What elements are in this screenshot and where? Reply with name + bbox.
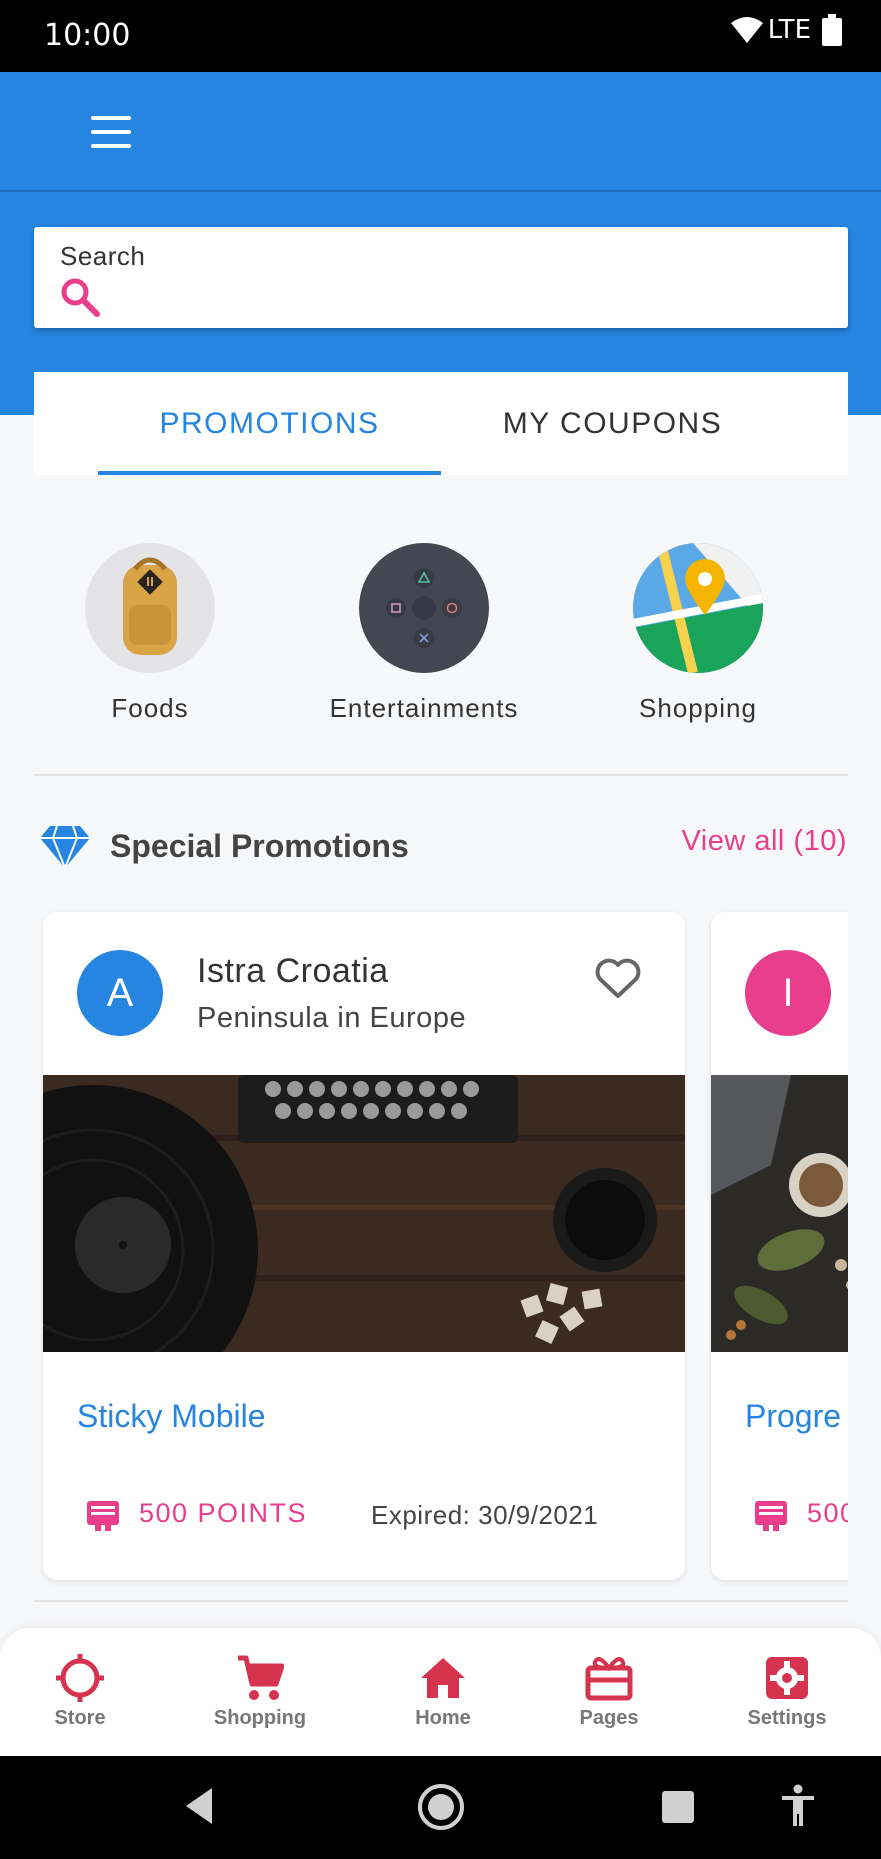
view-all-link[interactable]: View all (10)	[681, 825, 847, 858]
nav-item-home[interactable]: Home	[368, 1628, 518, 1756]
avatar: A	[77, 950, 163, 1036]
menu-bar	[91, 130, 131, 134]
wifi-icon	[730, 17, 763, 43]
nav-label: Pages	[579, 1707, 639, 1729]
nav-item-shopping[interactable]: Shopping	[185, 1628, 335, 1756]
category-label: Shopping	[639, 693, 757, 723]
cart-icon	[238, 1655, 284, 1700]
status-time: 10:00	[44, 18, 131, 53]
target-icon	[56, 1654, 104, 1702]
divider	[34, 774, 848, 776]
nav-label: Settings	[747, 1707, 827, 1729]
promotion-card[interactable]: A Istra Croatia Peninsula in Europe Stic…	[43, 912, 685, 1580]
status-bar: 10:00 LTE	[0, 0, 881, 72]
tab-bar: PROMOTIONS MY COUPONS	[34, 372, 848, 475]
nav-item-store[interactable]: Store	[5, 1628, 155, 1756]
tab-my-coupons[interactable]: MY COUPONS	[441, 372, 784, 475]
card-image	[43, 1075, 685, 1352]
network-label: LTE	[767, 15, 811, 45]
app-bar	[0, 72, 881, 192]
nav-label: Home	[415, 1707, 471, 1729]
nav-label: Store	[54, 1707, 106, 1729]
accessibility-icon[interactable]	[780, 1784, 816, 1828]
nav-item-settings[interactable]: Settings	[712, 1628, 862, 1756]
status-icons: LTE	[730, 14, 843, 46]
tab-indicator	[98, 471, 441, 475]
points-label: 500	[807, 1498, 848, 1528]
category-entertainments[interactable]: Entertainments	[304, 543, 544, 724]
system-nav-bar	[0, 1756, 881, 1859]
card-image	[711, 1075, 848, 1352]
back-icon[interactable]	[182, 1786, 216, 1826]
screen: 10:00 LTE Search PROMOTIONS MY COUPONS F…	[0, 0, 881, 1859]
heart-icon[interactable]	[595, 958, 641, 1000]
search-input[interactable]: Search	[34, 227, 848, 328]
promotion-carousel[interactable]: A Istra Croatia Peninsula in Europe Stic…	[34, 900, 848, 1590]
search-label: Search	[60, 241, 146, 271]
gift-icon	[585, 1657, 633, 1701]
battery-icon	[822, 14, 842, 46]
gear-icon	[766, 1657, 808, 1699]
ticket-icon	[87, 1501, 119, 1531]
search-icon	[61, 278, 100, 317]
avatar: I	[745, 950, 831, 1036]
points-label: 500 POINTS	[139, 1498, 308, 1528]
menu-bar	[91, 116, 131, 120]
ticket-icon	[755, 1501, 787, 1531]
bottom-nav: Store Shopping Home Pages Settings	[0, 1628, 881, 1756]
menu-bar	[91, 144, 131, 148]
menu-button[interactable]	[84, 108, 138, 156]
expiry-label: Expired: 30/9/2021	[371, 1500, 599, 1530]
nav-label: Shopping	[213, 1707, 307, 1729]
card-subtitle: Peninsula in Europe	[197, 1002, 467, 1034]
diamond-icon	[40, 825, 90, 870]
card-name-link[interactable]: Progre	[745, 1398, 841, 1435]
category-foods[interactable]: Foods	[30, 543, 270, 724]
card-title: Istra Croatia	[197, 952, 389, 990]
category-label: Entertainments	[329, 693, 519, 723]
section-title: Special Promotions	[110, 828, 409, 864]
promotion-card[interactable]: I Progre 50	[711, 912, 848, 1580]
map-pin-icon	[633, 543, 763, 673]
divider	[34, 1600, 848, 1602]
category-label: Foods	[111, 693, 189, 723]
card-name-link[interactable]: Sticky Mobile	[77, 1398, 266, 1435]
home-circle-icon[interactable]	[416, 1782, 466, 1832]
tab-promotions[interactable]: PROMOTIONS	[98, 372, 441, 475]
category-shopping[interactable]: Shopping	[578, 543, 818, 724]
recents-icon[interactable]	[661, 1790, 695, 1824]
gamepad-icon	[359, 543, 489, 673]
home-icon	[421, 1658, 465, 1698]
nav-item-pages[interactable]: Pages	[534, 1628, 684, 1756]
backpack-icon	[85, 543, 215, 673]
